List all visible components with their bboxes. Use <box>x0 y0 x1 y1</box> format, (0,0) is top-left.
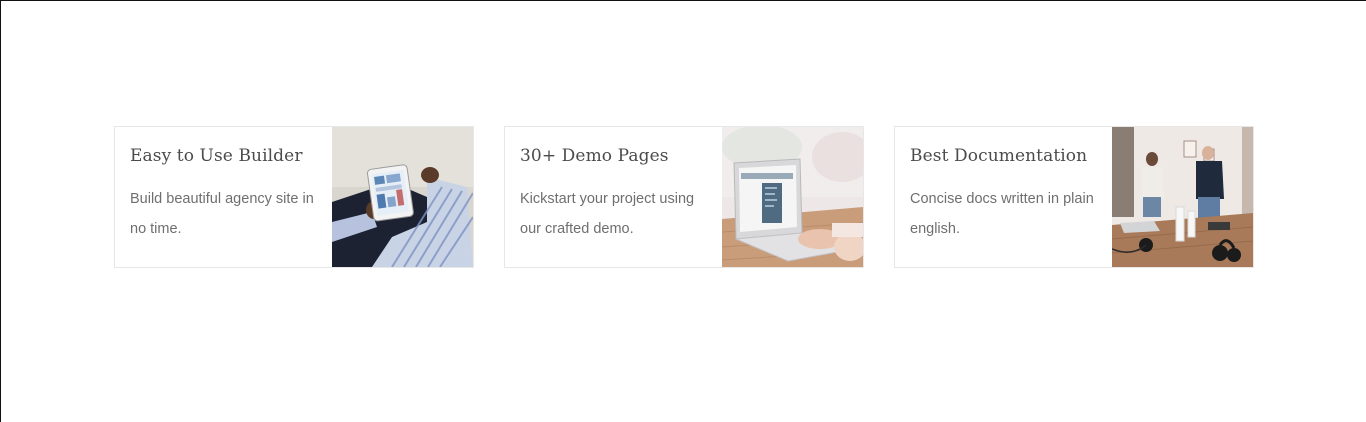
feature-card-text: Easy to Use Builder Build beautiful agen… <box>115 127 332 267</box>
feature-card-text: 30+ Demo Pages Kickstart your project us… <box>505 127 722 267</box>
feature-image-office <box>1112 127 1253 267</box>
feature-title: Best Documentation <box>910 146 1088 166</box>
feature-card-builder[interactable]: Easy to Use Builder Build beautiful agen… <box>114 126 474 268</box>
feature-title: 30+ Demo Pages <box>520 146 669 166</box>
feature-card-documentation[interactable]: Best Documentation Concise docs written … <box>894 126 1254 268</box>
feature-image-tablet <box>332 127 473 267</box>
feature-card-demo-pages[interactable]: 30+ Demo Pages Kickstart your project us… <box>504 126 864 268</box>
feature-title: Easy to Use Builder <box>130 146 303 166</box>
feature-card-text: Best Documentation Concise docs written … <box>895 127 1112 267</box>
feature-image-laptop <box>722 127 863 267</box>
feature-description: Build beautiful agency site in no time. <box>130 191 314 237</box>
feature-description: Concise docs written in plain english. <box>910 191 1094 237</box>
feature-description: Kickstart your project using our crafted… <box>520 191 695 237</box>
